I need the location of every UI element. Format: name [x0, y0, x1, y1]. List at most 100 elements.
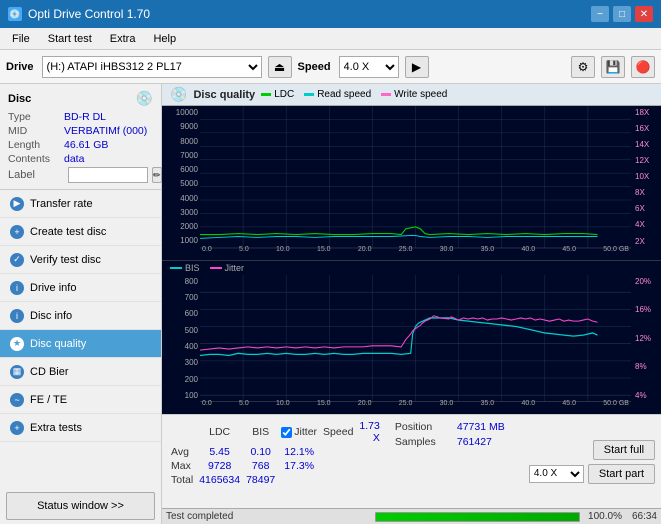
disc-header: Disc 💿 [8, 90, 153, 107]
x-label-40: 40.0 [521, 246, 535, 260]
maximize-button[interactable]: □ [613, 6, 631, 22]
sidebar-item-fe-te[interactable]: ~ FE / TE [0, 386, 161, 414]
by-right-8p: 8% [635, 362, 659, 371]
by-100: 100 [164, 391, 198, 400]
y-right-16x: 16X [635, 124, 659, 133]
bis-label: BIS [185, 263, 200, 273]
start-part-button[interactable]: Start part [588, 464, 655, 484]
app-title: Opti Drive Control 1.70 [28, 7, 150, 21]
status-window-button[interactable]: Status window >> [6, 492, 155, 520]
bx-label-0: 0.0 [202, 400, 212, 414]
avg-label: Avg [168, 445, 196, 459]
status-text: Test completed [166, 511, 369, 522]
toolbar: Drive (H:) ATAPI iHBS312 2 PL17 ⏏ Speed … [0, 50, 661, 84]
bottom-chart-svg [200, 275, 631, 415]
jitter-checkbox[interactable] [281, 427, 292, 438]
drive-select[interactable]: (H:) ATAPI iHBS312 2 PL17 [42, 56, 262, 78]
top-chart-svg [200, 106, 631, 260]
disc-mid-label: MID [8, 125, 64, 137]
drive-info-icon: i [10, 281, 24, 295]
disc-label-row: Label ✏ [8, 167, 153, 183]
sidebar-item-extra-tests[interactable]: + Extra tests [0, 414, 161, 442]
samples-row: Samples 761427 [395, 436, 517, 448]
start-full-button[interactable]: Start full [593, 440, 655, 460]
progress-percent: 100.0% [586, 511, 622, 522]
by-right-16p: 16% [635, 305, 659, 314]
sidebar: Disc 💿 Type BD-R DL MID VERBATIMf (000) … [0, 84, 162, 524]
menu-bar: File Start test Extra Help [0, 28, 661, 50]
charts-container: 10000 9000 8000 7000 6000 5000 4000 3000… [162, 106, 661, 414]
disc-contents-value: data [64, 153, 84, 165]
x-label-0: 0.0 [202, 246, 212, 260]
y-label-5000: 5000 [164, 179, 198, 188]
y-label-8000: 8000 [164, 137, 198, 146]
y-label-1000: 1000 [164, 236, 198, 245]
sidebar-item-fe-te-label: FE / TE [30, 394, 67, 406]
progress-bar-track [375, 512, 580, 522]
top-chart-y-axis-right: 18X 16X 14X 12X 10X 8X 6X 4X 2X [631, 106, 661, 260]
x-label-45: 45.0 [562, 246, 576, 260]
speed-arrow-button[interactable]: ▶ [405, 56, 429, 78]
top-chart-area: 10000 9000 8000 7000 6000 5000 4000 3000… [162, 106, 661, 261]
bottom-chart-y-axis-left: 800 700 600 500 400 300 200 100 [162, 275, 200, 415]
menu-help[interactable]: Help [145, 31, 184, 47]
close-button[interactable]: ✕ [635, 6, 653, 22]
disc-length-label: Length [8, 139, 64, 151]
minimize-button[interactable]: − [591, 6, 609, 22]
sidebar-item-disc-info[interactable]: i Disc info [0, 302, 161, 330]
x-label-30: 30.0 [440, 246, 454, 260]
top-chart-main: 0.0 5.0 10.0 15.0 20.0 25.0 30.0 35.0 40… [200, 106, 631, 260]
bis-legend: BIS [170, 263, 200, 273]
sidebar-item-cd-bier[interactable]: ▦ CD Bier [0, 358, 161, 386]
menu-start-test[interactable]: Start test [40, 31, 100, 47]
sidebar-item-verify-test-disc[interactable]: ✓ Verify test disc [0, 246, 161, 274]
stats-content: LDC BIS Jitter Speed 1.73 X [162, 415, 661, 508]
sidebar-item-transfer-rate[interactable]: ▶ Transfer rate [0, 190, 161, 218]
disc-icon: 💿 [136, 90, 153, 107]
legend-ldc-label: LDC [274, 89, 294, 100]
y-right-14x: 14X [635, 140, 659, 149]
position-row: Position 47731 MB [395, 421, 517, 433]
eject-button[interactable]: ⏏ [268, 56, 292, 78]
y-right-8x: 8X [635, 188, 659, 197]
x-label-50-gb: 50.0 GB [603, 246, 629, 260]
menu-file[interactable]: File [4, 31, 38, 47]
disc-panel: Disc 💿 Type BD-R DL MID VERBATIMf (000) … [0, 84, 161, 190]
legend-write-speed: Write speed [381, 89, 447, 100]
bottom-chart-x-axis: 0.0 5.0 10.0 15.0 20.0 25.0 30.0 35.0 40… [200, 400, 631, 414]
max-label: Max [168, 459, 196, 473]
sidebar-item-drive-info[interactable]: i Drive info [0, 274, 161, 302]
sidebar-item-create-test-disc-label: Create test disc [30, 226, 106, 238]
transfer-rate-icon: ▶ [10, 197, 24, 211]
disc-label-input[interactable] [68, 167, 148, 183]
menu-extra[interactable]: Extra [102, 31, 144, 47]
verify-test-disc-icon: ✓ [10, 253, 24, 267]
settings-button[interactable]: ⚙ [571, 56, 595, 78]
bottom-chart-main: 0.0 5.0 10.0 15.0 20.0 25.0 30.0 35.0 40… [200, 275, 631, 415]
sidebar-item-disc-quality[interactable]: ★ Disc quality [0, 330, 161, 358]
progress-bar-fill [376, 513, 579, 521]
stats-speed-select[interactable]: 4.0 X 2.0 X 6.0 X [529, 465, 584, 483]
disc-label-label: Label [8, 169, 64, 181]
disc-contents-label: Contents [8, 153, 64, 165]
speed-select[interactable]: 4.0 X 2.0 X 6.0 X 8.0 X [339, 56, 399, 78]
chart-title: Disc quality [193, 89, 255, 101]
save-button[interactable]: 💾 [601, 56, 625, 78]
disc-contents-row: Contents data [8, 153, 153, 165]
by-right-20p: 20% [635, 277, 659, 286]
sidebar-item-create-test-disc[interactable]: + Create test disc [0, 218, 161, 246]
y-label-4000: 4000 [164, 194, 198, 203]
by-right-12p: 12% [635, 334, 659, 343]
speed-value-header: 1.73 X [356, 419, 382, 445]
bottom-chart-area: BIS Jitter 800 700 600 500 400 [162, 261, 661, 415]
col-header-bis: BIS [243, 419, 278, 445]
bx-label-5: 5.0 [239, 400, 249, 414]
total-label: Total [168, 473, 196, 487]
label-edit-button[interactable]: ✏ [152, 167, 162, 183]
y-label-9000: 9000 [164, 122, 198, 131]
info-button[interactable]: 🔴 [631, 56, 655, 78]
stats-row-avg: Avg 5.45 0.10 12.1% [168, 445, 383, 459]
by-600: 600 [164, 309, 198, 318]
stats-table-area: LDC BIS Jitter Speed 1.73 X [168, 419, 383, 504]
position-value: 47731 MB [457, 421, 505, 433]
